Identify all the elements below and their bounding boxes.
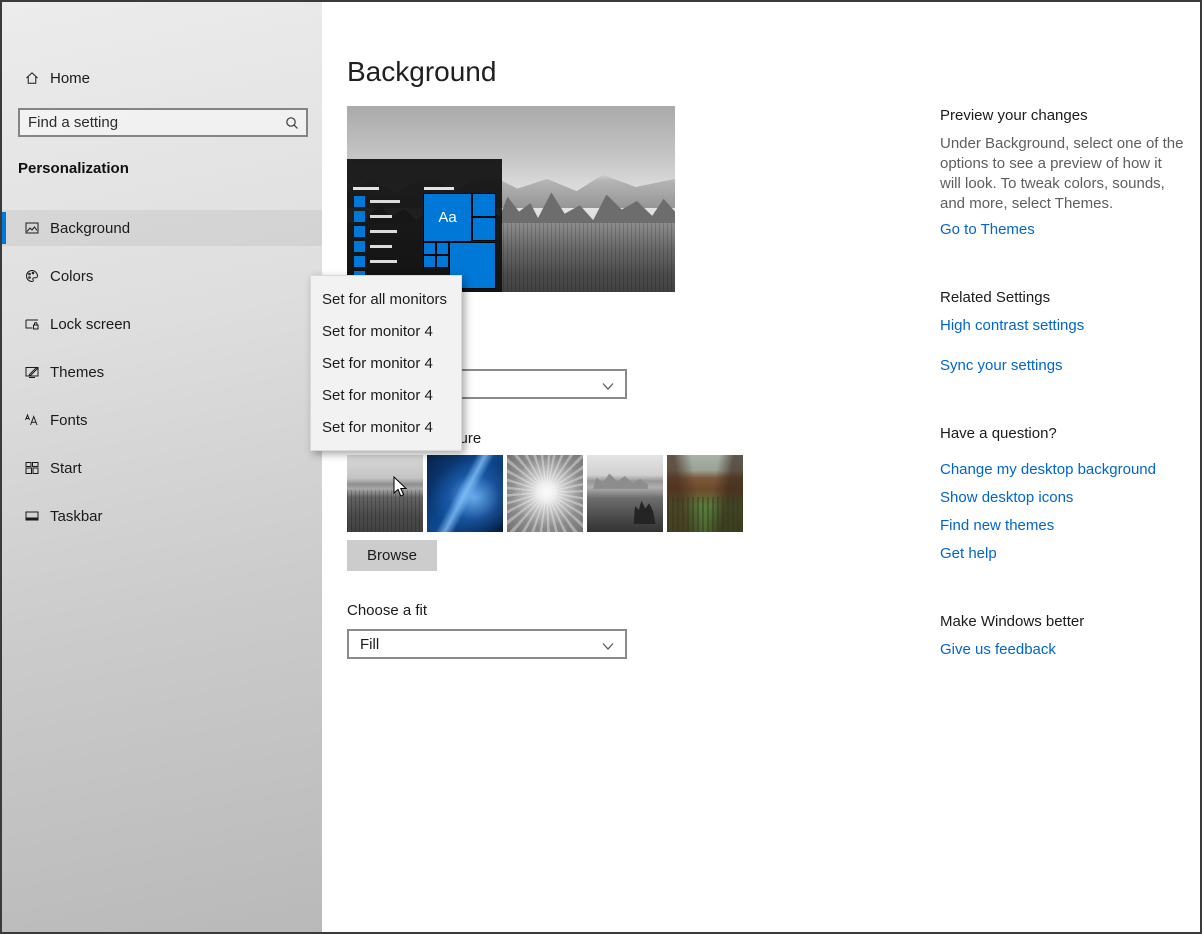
set-background-context-menu: Set for all monitors Set for monitor 4 S…: [310, 275, 462, 451]
sidebar-item-label: Taskbar: [50, 508, 103, 525]
start-menu-preview: Aa: [347, 159, 502, 292]
fit-label: Choose a fit: [347, 602, 427, 619]
link-high-contrast-settings[interactable]: High contrast settings: [940, 317, 1184, 334]
start-icon: [24, 460, 40, 476]
home-icon: [24, 70, 40, 86]
thumbnail-desert-rocks-bw[interactable]: [587, 455, 663, 532]
lock-screen-icon: [24, 316, 40, 332]
sidebar-item-taskbar[interactable]: Taskbar: [2, 498, 322, 534]
sidebar-item-colors[interactable]: Colors: [2, 258, 322, 294]
start-tile: [437, 256, 448, 267]
settings-window: Settings Home Personalization Backgroun: [0, 0, 1202, 934]
thumbnail-windows-hero[interactable]: [427, 455, 503, 532]
link-find-new-themes[interactable]: Find new themes: [940, 517, 1184, 534]
preview-changes-body: Under Background, select one of the opti…: [940, 134, 1184, 214]
menu-item-set-monitor-4[interactable]: Set for monitor 4: [311, 412, 461, 444]
link-show-desktop-icons[interactable]: Show desktop icons: [940, 489, 1184, 506]
sidebar-item-start[interactable]: Start: [2, 450, 322, 486]
link-change-desktop-background[interactable]: Change my desktop background: [940, 461, 1184, 478]
thumbnail-dandelion-bw[interactable]: [507, 455, 583, 532]
start-tile-aa: Aa: [424, 194, 471, 241]
make-windows-better-heading: Make Windows better: [940, 613, 1184, 630]
link-get-help[interactable]: Get help: [940, 545, 1184, 562]
menu-item-set-monitor-4[interactable]: Set for monitor 4: [311, 380, 461, 412]
menu-item-set-all-monitors[interactable]: Set for all monitors: [311, 284, 461, 316]
search-box[interactable]: [18, 108, 308, 137]
sidebar-item-home[interactable]: Home: [2, 60, 322, 96]
related-settings-heading: Related Settings: [940, 289, 1184, 306]
link-sync-your-settings[interactable]: Sync your settings: [940, 357, 1184, 374]
sidebar-item-label: Themes: [50, 364, 104, 381]
fit-value: Fill: [360, 636, 379, 653]
background-preview-image: Aa: [347, 106, 675, 292]
have-a-question-heading: Have a question?: [940, 425, 1184, 442]
sidebar-item-label: Colors: [50, 268, 93, 285]
link-give-us-feedback[interactable]: Give us feedback: [940, 641, 1184, 658]
menu-item-set-monitor-4[interactable]: Set for monitor 4: [311, 348, 461, 380]
preview-changes-heading: Preview your changes: [940, 107, 1184, 124]
start-tile: [473, 218, 495, 240]
start-tile: [424, 256, 435, 267]
search-input[interactable]: [20, 114, 284, 131]
page-title: Background: [347, 56, 496, 88]
chevron-down-icon: [601, 639, 615, 657]
search-icon[interactable]: [284, 115, 306, 131]
sidebar-item-themes[interactable]: Themes: [2, 354, 322, 390]
themes-icon: [24, 364, 40, 380]
fit-dropdown[interactable]: Fill: [347, 629, 627, 659]
sidebar-item-lock-screen[interactable]: Lock screen: [2, 306, 322, 342]
sidebar-item-label: Background: [50, 220, 130, 237]
background-icon: [24, 220, 40, 236]
taskbar-icon: [24, 508, 40, 524]
sidebar-item-label: Lock screen: [50, 316, 131, 333]
main-content: Background: [322, 2, 1200, 932]
thumbnail-desert-bw[interactable]: [347, 455, 423, 532]
start-tile: [424, 243, 435, 254]
fonts-icon: [24, 412, 40, 428]
chevron-down-icon: [601, 379, 615, 397]
sidebar-item-label: Fonts: [50, 412, 88, 429]
start-section-dash: [424, 187, 454, 190]
sidebar-item-label: Start: [50, 460, 82, 477]
start-tile: [437, 243, 448, 254]
thumbnail-canyon-color[interactable]: [667, 455, 743, 532]
menu-item-set-monitor-4[interactable]: Set for monitor 4: [311, 316, 461, 348]
mouse-cursor: [393, 476, 408, 503]
sidebar-item-background[interactable]: Background: [2, 210, 322, 246]
start-section-dash: [353, 187, 379, 190]
sidebar-item-label: Home: [50, 70, 90, 87]
colors-icon: [24, 268, 40, 284]
browse-button[interactable]: Browse: [347, 540, 437, 571]
start-tile: [473, 194, 495, 216]
sidebar-item-fonts[interactable]: Fonts: [2, 402, 322, 438]
section-header-personalization: Personalization: [18, 160, 129, 177]
link-go-to-themes[interactable]: Go to Themes: [940, 221, 1184, 238]
sidebar: Home Personalization Background Colors: [2, 2, 322, 932]
